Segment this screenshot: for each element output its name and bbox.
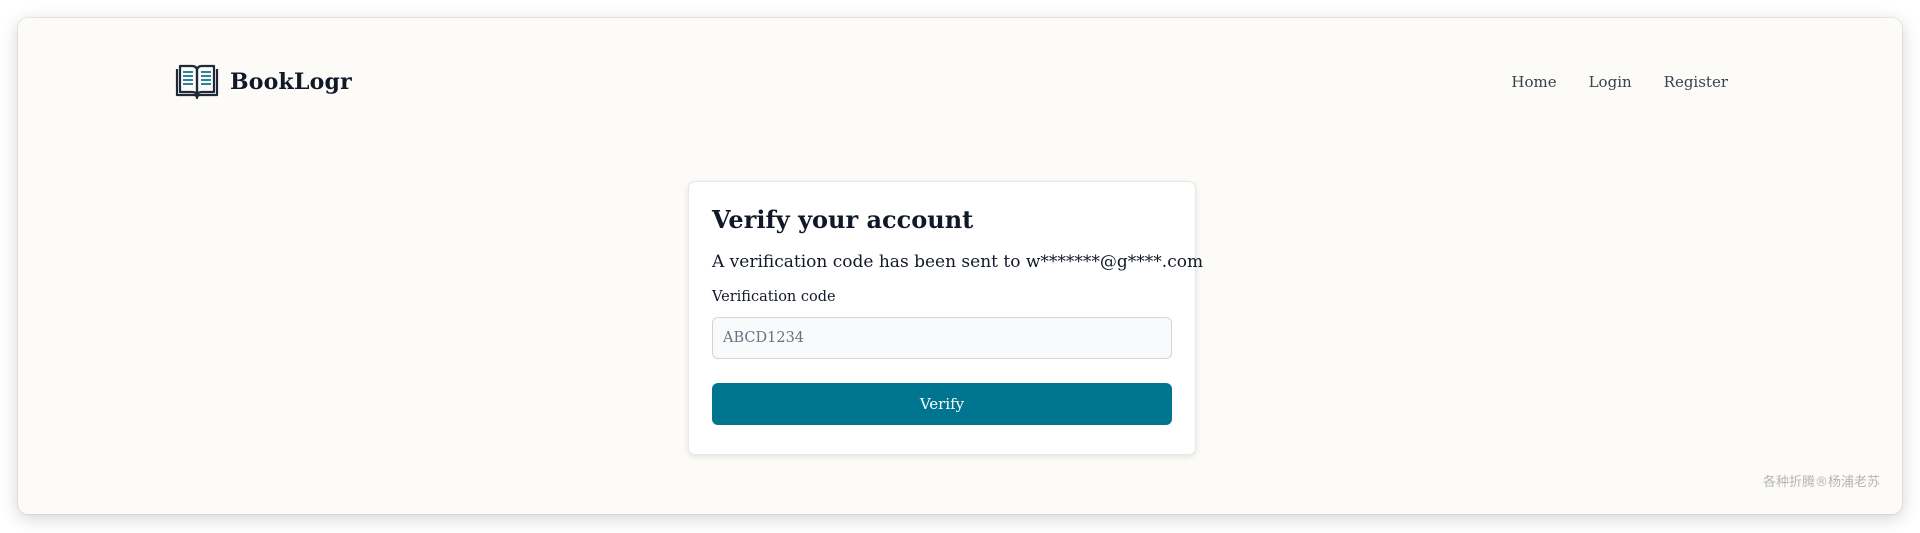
verification-code-input[interactable] [712, 317, 1172, 359]
verify-title: Verify your account [712, 205, 974, 234]
watermark: 各种折腾®杨浦老苏 [1762, 475, 1880, 490]
nav-link-register[interactable]: Register [1664, 73, 1728, 91]
nav-links: Home Login Register [1511, 73, 1728, 91]
brand-link[interactable]: BookLogr [174, 63, 352, 101]
verify-button[interactable]: Verify [712, 383, 1172, 425]
verification-code-label: Verification code [712, 289, 836, 305]
open-book-icon [175, 64, 219, 100]
nav-link-login[interactable]: Login [1589, 73, 1632, 91]
brand-name: BookLogr [230, 69, 352, 95]
nav-link-home[interactable]: Home [1511, 73, 1556, 91]
navbar: BookLogr Home Login Register [174, 60, 1728, 104]
app-window: BookLogr Home Login Register Verify your… [18, 18, 1902, 514]
verify-message: A verification code has been sent to w**… [712, 252, 1204, 272]
verify-card: Verify your account A verification code … [688, 181, 1204, 455]
